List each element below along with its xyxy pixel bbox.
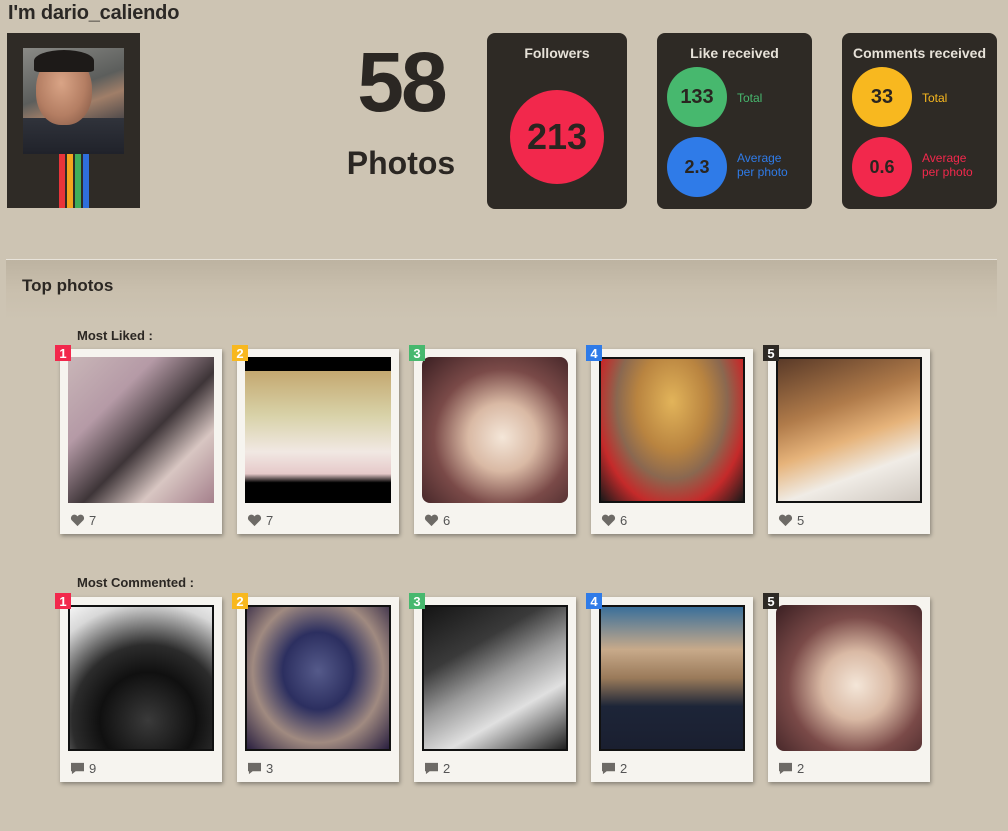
comments-average-label-line2: per photo: [922, 165, 973, 179]
most-liked-label: Most Liked :: [77, 328, 153, 343]
comment-icon: [425, 762, 438, 775]
commented-photo-card[interactable]: 9: [60, 597, 222, 782]
heart-icon: [424, 514, 439, 527]
top-photos-title: Top photos: [22, 276, 114, 295]
heart-icon: [247, 514, 262, 527]
rank-badge: 3: [409, 593, 425, 609]
rank-badge: 2: [232, 345, 248, 361]
liked-photo-card[interactable]: 6: [414, 349, 576, 534]
comment-count-value: 3: [266, 761, 274, 776]
heart-icon: [601, 514, 616, 527]
comment-count: 9: [70, 761, 96, 776]
likes-average-label-line2: per photo: [737, 165, 788, 179]
comments-total-label: Total: [922, 91, 948, 105]
rank-badge: 2: [232, 593, 248, 609]
liked-photo-dessert: [599, 357, 745, 503]
comments-title: Comments received: [852, 45, 987, 61]
commented-photo-card[interactable]: 2: [768, 597, 930, 782]
comment-icon: [71, 762, 84, 775]
liked-photo-card[interactable]: 5: [768, 349, 930, 534]
like-count: 6: [424, 513, 450, 528]
likes-total-label: Total: [737, 91, 763, 105]
avatar-stripe-red: [59, 154, 65, 208]
liked-photo-card[interactable]: 7: [237, 349, 399, 534]
photos-count: 58: [357, 35, 447, 129]
commented-photo-bw-scene: [422, 605, 568, 751]
followers-title: Followers: [524, 45, 590, 61]
liked-photo-dog-bricks: [68, 357, 214, 503]
most-commented-label: Most Commented :: [77, 575, 194, 590]
rank-badge: 1: [55, 593, 71, 609]
likes-average-label: Average per photo: [737, 151, 788, 179]
like-count: 6: [601, 513, 627, 528]
rank-badge: 1: [55, 345, 71, 361]
rank-badge: 4: [586, 345, 602, 361]
rank-badge: 5: [763, 593, 779, 609]
avatar-photo-hair: [34, 50, 94, 72]
like-count: 7: [70, 513, 96, 528]
likes-average-label-line1: Average: [737, 151, 782, 165]
liked-photo-card[interactable]: 7: [60, 349, 222, 534]
avatar-stripe-green: [75, 154, 81, 208]
comment-count: 3: [247, 761, 273, 776]
commented-photo-ninja-toy: [245, 605, 391, 751]
comments-total-value: 33: [852, 67, 912, 127]
commented-photo-card[interactable]: 2: [591, 597, 753, 782]
likes-title: Like received: [690, 45, 779, 61]
comments-average-label: Average per photo: [922, 151, 973, 179]
rank-badge: 4: [586, 593, 602, 609]
heart-icon: [70, 514, 85, 527]
commented-photo-teddy-bear: [599, 605, 745, 751]
comment-count-value: 2: [443, 761, 451, 776]
rank-badge: 5: [763, 345, 779, 361]
followers-value: 213: [510, 90, 604, 184]
liked-photo-dog-closeup: [422, 357, 568, 503]
heart-icon: [778, 514, 793, 527]
likes-average-value: 2.3: [667, 137, 727, 197]
comment-count: 2: [778, 761, 804, 776]
followers-panel: Followers 213: [487, 33, 627, 209]
photos-label: Photos: [346, 145, 456, 181]
comment-count-value: 2: [620, 761, 628, 776]
avatar-stripe-blue: [83, 154, 89, 208]
like-count-value: 6: [443, 513, 451, 528]
likes-panel: Like received 133 Total 2.3 Average per …: [657, 33, 812, 209]
likes-total-value: 133: [667, 67, 727, 127]
comments-average-label-line1: Average: [922, 151, 967, 165]
comments-panel: Comments received 33 Total 0.6 Average p…: [842, 33, 997, 209]
comment-count: 2: [601, 761, 627, 776]
commented-photo-steering-wheel: [68, 605, 214, 751]
comment-icon: [248, 762, 261, 775]
comment-icon: [602, 762, 615, 775]
comment-count: 2: [424, 761, 450, 776]
like-count: 5: [778, 513, 804, 528]
like-count-value: 7: [89, 513, 97, 528]
like-count: 7: [247, 513, 273, 528]
commented-photo-dog-closeup: [776, 605, 922, 751]
like-count-value: 5: [797, 513, 805, 528]
rank-badge: 3: [409, 345, 425, 361]
comment-count-value: 9: [89, 761, 97, 776]
like-count-value: 7: [266, 513, 274, 528]
like-count-value: 6: [620, 513, 628, 528]
avatar-stripe-yellow: [67, 154, 73, 208]
liked-photo-card[interactable]: 6: [591, 349, 753, 534]
commented-photo-card[interactable]: 3: [237, 597, 399, 782]
page-title: I'm dario_caliendo: [8, 2, 180, 24]
comment-icon: [779, 762, 792, 775]
commented-photo-card[interactable]: 2: [414, 597, 576, 782]
liked-photo-chihuahua: [776, 357, 922, 503]
liked-photo-headphones: [245, 357, 391, 503]
comment-count-value: 2: [797, 761, 805, 776]
comments-average-value: 0.6: [852, 137, 912, 197]
